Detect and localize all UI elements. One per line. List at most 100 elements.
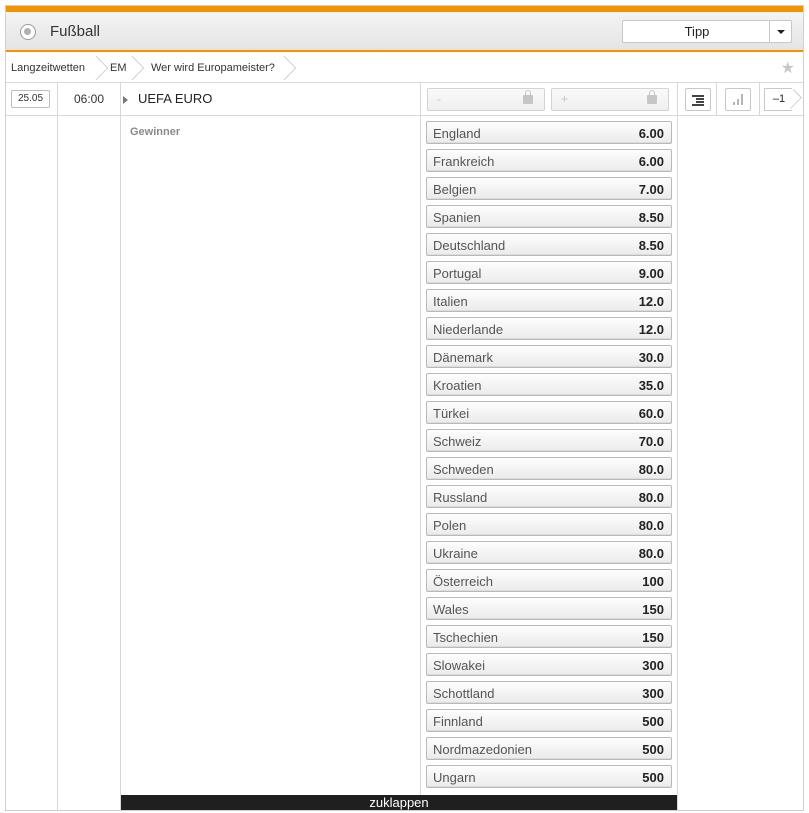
odd-button[interactable]: Wales 150 (426, 597, 672, 620)
team-name: Frankreich (433, 154, 495, 169)
odds-value: 12.0 (638, 294, 664, 309)
team-name: Schottland (433, 686, 495, 701)
team-name: Finnland (433, 714, 483, 729)
more-markets-count: –1 (772, 93, 786, 105)
odds-value: 70.0 (638, 434, 664, 449)
column-divider (420, 116, 421, 810)
odd-button[interactable]: Türkei 60.0 (426, 401, 672, 424)
team-name: Polen (433, 518, 467, 533)
odd-button[interactable]: Portugal 9.00 (426, 261, 672, 284)
odd-button[interactable]: England 6.00 (426, 121, 672, 144)
odd-button[interactable]: Schweiz 70.0 (426, 429, 672, 452)
odd-button[interactable]: Italien 12.0 (426, 289, 672, 312)
team-name: Deutschland (433, 238, 506, 253)
odd-button[interactable]: Dänemark 30.0 (426, 345, 672, 368)
odd-button[interactable]: Kroatien 35.0 (426, 373, 672, 396)
odds-value: 500 (642, 714, 664, 729)
odd-button[interactable]: Nordmazedonien 500 (426, 737, 672, 760)
chevron-down-icon[interactable] (769, 21, 791, 42)
breadcrumb-item-current[interactable]: Wer wird Europameister? (151, 54, 275, 82)
event-row: 25.05 06:00 UEFA EURO - + –1 (6, 83, 803, 116)
odds-value: 6.00 (638, 126, 664, 141)
breadcrumb: Langzeitwetten EM Wer wird Europameister… (6, 54, 803, 83)
odd-button[interactable]: Österreich 100 (426, 569, 672, 592)
lock-icon (523, 90, 533, 104)
team-name: England (433, 126, 481, 141)
odds-value: 8.50 (638, 238, 664, 253)
odd-button[interactable]: Tschechien 150 (426, 625, 672, 648)
odds-value: 100 (642, 574, 664, 589)
team-name: Kroatien (433, 378, 482, 393)
odds-value: 12.0 (638, 322, 664, 337)
odds-value: 300 (642, 686, 664, 701)
team-name: Schweden (433, 462, 494, 477)
odd-button[interactable]: Russland 80.0 (426, 485, 672, 508)
odds-value: 35.0 (638, 378, 664, 393)
odd-button[interactable]: Polen 80.0 (426, 513, 672, 536)
odds-value: 80.0 (638, 490, 664, 505)
column-divider (677, 83, 678, 810)
team-name: Österreich (433, 574, 493, 589)
lock-icon (647, 90, 657, 104)
odds-value: 300 (642, 658, 664, 673)
breadcrumb-separator (83, 55, 109, 81)
odd-button[interactable]: Finnland 500 (426, 709, 672, 732)
odds-value: 80.0 (638, 462, 664, 477)
team-name: Tschechien (433, 630, 499, 645)
odd-button[interactable]: Niederlande 12.0 (426, 317, 672, 340)
odds-value: 6.00 (638, 154, 664, 169)
event-time: 06:00 (73, 92, 105, 106)
market-label: Gewinner (130, 126, 181, 138)
star-icon[interactable]: ★ (781, 58, 795, 78)
team-name: Ukraine (433, 546, 478, 561)
team-name: Slowakei (433, 658, 486, 673)
team-name: Schweiz (433, 434, 482, 449)
bet-type-selected: Tipp (684, 24, 710, 39)
team-name: Spanien (433, 210, 481, 225)
team-name: Wales (433, 602, 469, 617)
team-name: Russland (433, 490, 488, 505)
odd-button[interactable]: Schweden 80.0 (426, 457, 672, 480)
odds-value: 150 (642, 630, 664, 645)
list-icon (692, 95, 704, 106)
odds-value: 7.00 (638, 182, 664, 197)
sport-title: Fußball (50, 23, 101, 40)
odds-value: 30.0 (638, 350, 664, 365)
team-name: Niederlande (433, 322, 504, 337)
team-name: Portugal (433, 266, 482, 281)
odd-button[interactable]: Deutschland 8.50 (426, 233, 672, 256)
odd-button[interactable]: Belgien 7.00 (426, 177, 672, 200)
bar-chart-icon (733, 94, 745, 105)
breadcrumb-item-langzeitwetten[interactable]: Langzeitwetten (11, 54, 85, 82)
plus-sign: + (561, 92, 569, 106)
odds-value: 80.0 (638, 518, 664, 533)
column-divider (120, 83, 121, 810)
odd-button[interactable]: Slowakei 300 (426, 653, 672, 676)
event-name[interactable]: UEFA EURO (138, 91, 212, 106)
odd-button[interactable]: Schottland 300 (426, 681, 672, 704)
football-icon (20, 24, 36, 40)
breadcrumb-separator (271, 55, 297, 81)
team-name: Belgien (433, 182, 477, 197)
odd-button[interactable]: Ukraine 80.0 (426, 541, 672, 564)
minus-odds-field: - (427, 88, 545, 111)
market-list-button[interactable] (685, 88, 711, 111)
column-divider (57, 83, 58, 810)
collapse-button[interactable]: zuklappen (121, 795, 677, 810)
bet-type-select[interactable]: Tipp (622, 20, 792, 43)
team-name: Ungarn (433, 770, 476, 785)
odd-button[interactable]: Ungarn 500 (426, 765, 672, 788)
odd-button[interactable]: Spanien 8.50 (426, 205, 672, 228)
plus-odds-field: + (551, 88, 669, 111)
odds-value: 500 (642, 770, 664, 785)
odds-value: 60.0 (638, 406, 664, 421)
statistics-button[interactable] (725, 88, 751, 111)
team-name: Dänemark (433, 350, 493, 365)
odd-button[interactable]: Frankreich 6.00 (426, 149, 672, 172)
team-name: Italien (433, 294, 468, 309)
odds-value: 150 (642, 602, 664, 617)
team-name: Türkei (433, 406, 470, 421)
event-date-badge: 25.05 (11, 90, 50, 108)
expand-arrow-icon[interactable] (123, 96, 128, 104)
team-name: Nordmazedonien (433, 742, 533, 757)
